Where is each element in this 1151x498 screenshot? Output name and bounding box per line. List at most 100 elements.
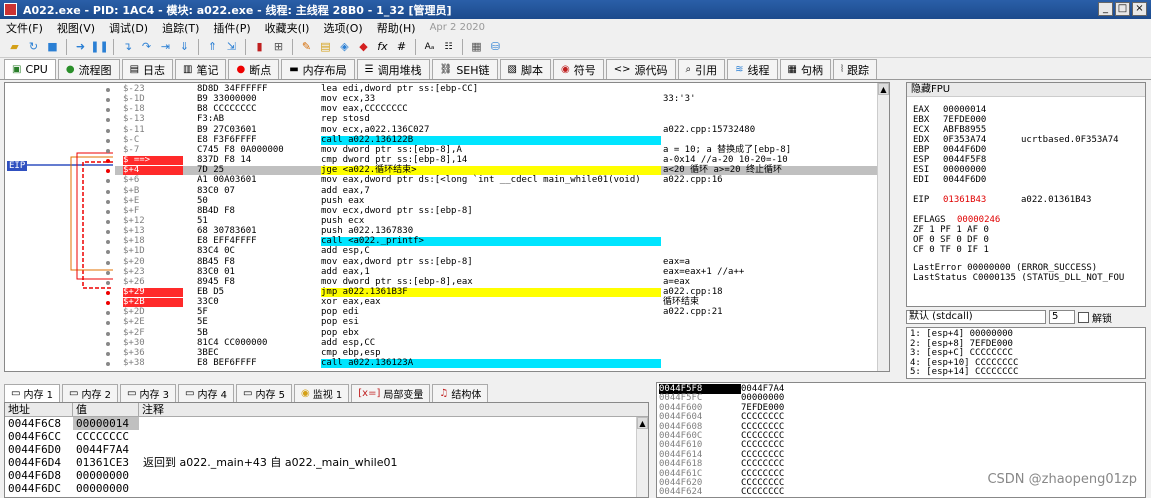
dump-row[interactable]: 0044F6D8 00000000	[5, 469, 648, 482]
unlock-checkbox[interactable]	[1078, 311, 1089, 323]
tab-source[interactable]: <> 源代码	[605, 59, 676, 79]
tab-callstack[interactable]: ☰ 调用堆栈	[356, 59, 430, 79]
disasm-row[interactable]: $-18 B8 CCCCCCCC mov eax,CCCCCCCC	[115, 105, 889, 114]
bookmark-icon[interactable]: ◈	[336, 38, 353, 55]
disasm-row[interactable]: $ ==> 837D F8 14 cmp dword ptr ss:[ebp-8],…	[115, 156, 889, 166]
menu-options[interactable]: 选项(O)	[323, 20, 362, 36]
disasm-row[interactable]: $+29 EB D5 jmp a022.1361B3F a022.cpp:18	[115, 288, 889, 297]
disasm-row[interactable]: $-11 B9 27C03601 mov ecx,a022.136C027 a022.…	[115, 125, 889, 135]
tab-dump-5[interactable]: ▭ 内存 5	[236, 384, 292, 402]
pause-icon[interactable]: ❚❚	[90, 38, 108, 55]
tab-script[interactable]: ▧ 脚本	[499, 59, 551, 79]
register-row[interactable]: ESP 0044F5F8	[913, 155, 1021, 165]
maximize-button[interactable]: □	[1115, 2, 1130, 16]
breakpoint-dot[interactable]	[106, 199, 110, 204]
database-icon[interactable]: ⛁	[487, 38, 504, 55]
disasm-row[interactable]: $-C E8 F3F6FFFF call a022.136122B	[115, 135, 889, 145]
dump-row[interactable]: 0044F6D0 0044F7A4	[5, 443, 648, 456]
breakpoint-dot[interactable]	[106, 270, 110, 275]
strings-icon[interactable]: ☷	[440, 38, 457, 55]
menu-favourites[interactable]: 收藏夹(I)	[265, 20, 310, 36]
disasm-row[interactable]: $+1D 83C4 0C add esp,C	[115, 247, 889, 256]
menu-help[interactable]: 帮助(H)	[377, 20, 416, 36]
dump-row[interactable]: 0044F6D4 01361CE3 返回到 a022._main+43 自 a022…	[5, 456, 648, 469]
tab-memory-map[interactable]: ▬ 内存布局	[281, 59, 355, 79]
disasm-row[interactable]: $+20 8B45 F8 mov eax,dword ptr ss:[ebp-8] e…	[115, 257, 889, 267]
register-row[interactable]: EBX 7EFDE000	[913, 115, 1021, 125]
disasm-row[interactable]: $+2D 5F pop edi a022.cpp:21	[115, 308, 889, 317]
close-button[interactable]: ×	[1132, 2, 1147, 16]
scylla-icon[interactable]: ▮	[251, 38, 268, 55]
label-icon[interactable]: ▤	[317, 38, 334, 55]
breakpoint-dot[interactable]	[106, 351, 110, 356]
disasm-row[interactable]: $+38 E8 BEF6FFFF call a022.136123A	[115, 359, 889, 369]
disasm-row[interactable]: $-7 C745 F8 0A000000 mov dword ptr ss:[ebp…	[115, 145, 889, 155]
register-row[interactable]: EDX 0F353A74 ucrtbased.0F353A74	[913, 135, 1119, 145]
minimize-button[interactable]: _	[1098, 2, 1113, 16]
tab-cpu[interactable]: ▣ CPU	[4, 59, 56, 79]
tab-watch-1[interactable]: ◉ 监视 1	[294, 384, 350, 402]
tab-dump-3[interactable]: ▭ 内存 3	[120, 384, 176, 402]
breakpoint-dot[interactable]	[106, 341, 110, 346]
dump-row[interactable]: 0044F6C8 00000014	[5, 417, 648, 430]
breakpoint-dot[interactable]	[106, 291, 110, 295]
eflags-row[interactable]: EFLAGS 00000246	[913, 215, 1000, 225]
disassembly-view[interactable]: EIP $-23 8D8D 34FFFFFF lea edi,dword ptr s…	[4, 82, 890, 372]
scroll-up-icon[interactable]: ▲	[878, 83, 889, 95]
dump-scrollbar[interactable]: ▲	[636, 417, 648, 497]
disasm-row[interactable]: $+2E 5E pop esi	[115, 318, 889, 327]
breakpoint-dot[interactable]	[106, 88, 110, 92]
disasm-row[interactable]: $+2F 5B pop ebx	[115, 328, 889, 338]
tab-log[interactable]: ▤ 日志	[121, 59, 174, 79]
run-to-user-code-icon[interactable]: ⇲	[223, 38, 240, 55]
font-icon[interactable]: Aₐ	[421, 38, 438, 55]
disasm-row[interactable]: $+36 3BEC cmp ebp,esp	[115, 348, 889, 358]
stack-row[interactable]: 0044F624 CCCCCCCC	[659, 487, 784, 497]
close-debug-icon[interactable]: ■	[44, 38, 61, 55]
disasm-row[interactable]: $+B 83C0 07 add eax,7	[115, 186, 889, 196]
step-into-icon[interactable]: ↴	[119, 38, 136, 55]
tab-dump-2[interactable]: ▭ 内存 2	[62, 384, 118, 402]
tab-graph[interactable]: ● 流程图	[57, 59, 120, 79]
register-row[interactable]: ECX ABFB8955	[913, 125, 1021, 135]
menu-view[interactable]: 视图(V)	[57, 20, 95, 36]
breakpoint-dot[interactable]	[106, 219, 110, 224]
disasm-row[interactable]: $+4 7D 25 jge <a022.循环结束> a<20 循环 a>=20 终止循…	[115, 166, 889, 176]
scroll-up-icon[interactable]: ▲	[637, 417, 648, 429]
disasm-row[interactable]: $+E 50 push eax	[115, 196, 889, 206]
disasm-row[interactable]: $+2B 33C0 xor eax,eax 循环结束	[115, 298, 889, 308]
function-icon[interactable]: fx	[374, 38, 391, 55]
calculator-icon[interactable]: ▦	[468, 38, 485, 55]
breakpoint-dot[interactable]	[106, 280, 110, 285]
dump-row[interactable]: 0044F6DC 00000000	[5, 482, 648, 495]
breakpoint-dot[interactable]	[106, 138, 110, 143]
hash-icon[interactable]: #	[393, 38, 410, 55]
menu-file[interactable]: 文件(F)	[6, 20, 43, 36]
flags-row[interactable]: ZF 1 PF 1 AF 0	[913, 225, 989, 235]
tab-symbols[interactable]: ◉ 符号	[553, 59, 604, 79]
calling-convention-select[interactable]: 默认 (stdcall)	[906, 310, 1046, 324]
tab-trace[interactable]: ⦚ 跟踪	[832, 59, 878, 79]
breakpoint-dot[interactable]	[106, 260, 110, 265]
menu-trace[interactable]: 追踪(T)	[162, 20, 199, 36]
highlight-icon[interactable]: ◆	[355, 38, 372, 55]
disasm-row[interactable]: $-13 F3:AB rep stosd	[115, 115, 889, 124]
tab-references[interactable]: ⌕ 引用	[677, 59, 726, 79]
breakpoint-dot[interactable]	[106, 189, 110, 194]
disasm-row[interactable]: $-1D B9 33000000 mov ecx,33 33:'3'	[115, 95, 889, 104]
breakpoint-dot[interactable]	[106, 148, 110, 153]
trace-over-icon[interactable]: ⇓	[176, 38, 193, 55]
register-row[interactable]: ESI 00000000	[913, 165, 1021, 175]
menu-debug[interactable]: 调试(D)	[109, 20, 148, 36]
tab-dump-4[interactable]: ▭ 内存 4	[178, 384, 234, 402]
tab-threads[interactable]: ≋ 线程	[727, 59, 778, 79]
disasm-scrollbar[interactable]: ▲	[877, 83, 889, 371]
disasm-row[interactable]: $+23 83C0 01 add eax,1 eax=eax+1 //a++	[115, 267, 889, 277]
register-row[interactable]: EDI 0044F6D0	[913, 175, 1021, 185]
restart-icon[interactable]: ↻	[25, 38, 42, 55]
disasm-row[interactable]: $+12 51 push ecx	[115, 216, 889, 226]
tab-locals[interactable]: [x=] 局部变量	[351, 384, 431, 402]
trace-into-icon[interactable]: ⇥	[157, 38, 174, 55]
breakpoint-dot[interactable]	[106, 331, 110, 336]
execute-till-return-icon[interactable]: ⇑	[204, 38, 221, 55]
